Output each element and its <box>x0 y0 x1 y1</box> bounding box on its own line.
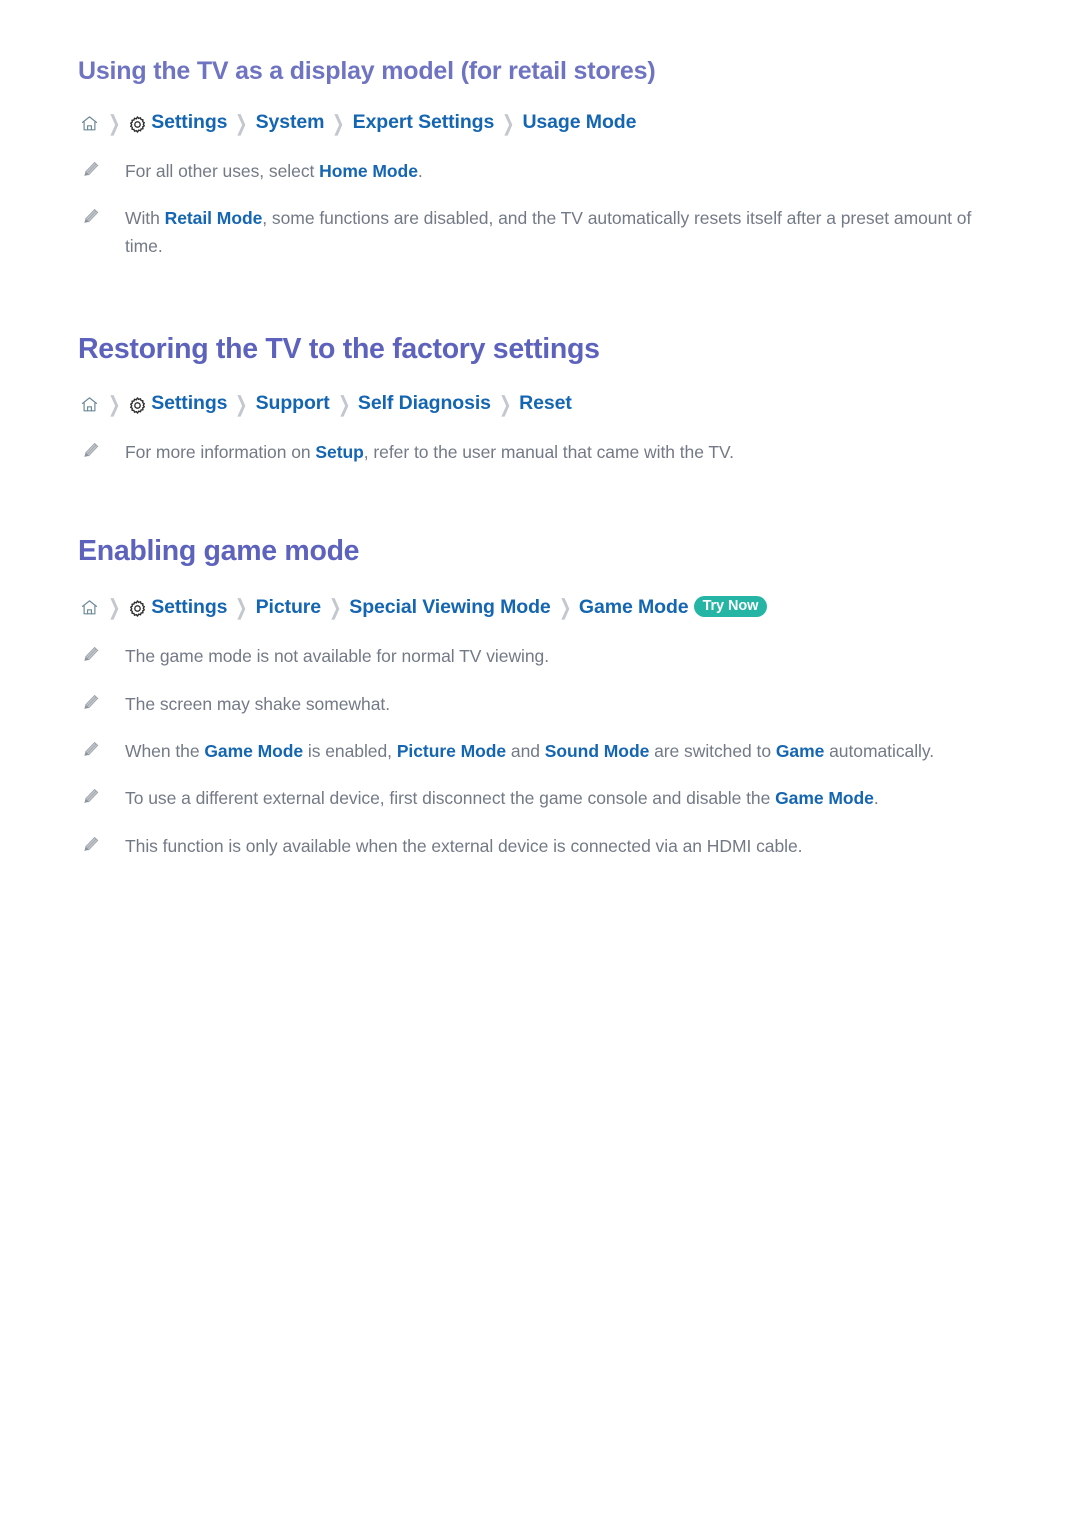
note-bullet: With Retail Mode, some functions are dis… <box>82 194 1002 270</box>
pencil-icon <box>82 835 101 854</box>
note-text-run: With <box>125 208 165 229</box>
note-text-run: This function is only available when the… <box>125 835 803 856</box>
note-text: The game mode is not available for norma… <box>125 642 549 670</box>
note-text-run: and <box>506 741 545 762</box>
breadcrumb-item-game-mode[interactable]: Game Mode <box>579 597 689 618</box>
note-text-run: is enabled, <box>303 741 397 762</box>
breadcrumb-item-settings[interactable]: Settings <box>151 113 227 133</box>
note-bullet: For more information on Setup, refer to … <box>82 428 1002 475</box>
pencil-icon <box>82 787 101 806</box>
breadcrumb-item-settings[interactable]: Settings <box>151 394 227 414</box>
note-text-run: To use a different external device, firs… <box>125 788 776 809</box>
breadcrumb: ❯ Settings ❯ Support ❯ Self Diagnosis ❯ Reset <box>80 392 1002 417</box>
pencil-icon <box>82 645 101 664</box>
gear-icon[interactable] <box>128 396 147 415</box>
chevron-right-icon: ❯ <box>498 392 512 417</box>
breadcrumb-item-usage-mode[interactable]: Usage Mode <box>522 113 636 133</box>
note-text: The screen may shake somewhat. <box>125 690 390 718</box>
note-bullet: The screen may shake somewhat. <box>82 680 1002 727</box>
gear-icon[interactable] <box>128 115 147 134</box>
note-bullet: The game mode is not available for norma… <box>82 632 1002 679</box>
chevron-right-icon: ❯ <box>558 595 571 620</box>
emphasis-term[interactable]: Game Mode <box>204 741 303 761</box>
chevron-right-icon: ❯ <box>108 111 121 135</box>
note-text-run: When the <box>125 741 205 762</box>
doc-section: Using the TV as a display model (for ret… <box>78 56 1002 270</box>
note-text-run: . <box>417 160 423 181</box>
chevron-right-icon: ❯ <box>337 392 350 417</box>
breadcrumb-item-expert-settings[interactable]: Expert Settings <box>353 113 495 133</box>
chevron-right-icon: ❯ <box>235 392 248 417</box>
home-icon[interactable] <box>80 114 99 133</box>
note-text: To use a different external device, firs… <box>125 784 879 812</box>
pencil-icon <box>82 207 101 226</box>
breadcrumb: ❯ Settings ❯ System ❯ Expert Settings ❯ Usage M… <box>80 111 1002 135</box>
pencil-icon <box>82 693 101 712</box>
emphasis-term[interactable]: Picture Mode <box>397 741 506 761</box>
chevron-right-icon: ❯ <box>502 111 515 135</box>
sections-container: Using the TV as a display model (for ret… <box>78 56 1002 869</box>
note-bullet: To use a different external device, firs… <box>82 774 1002 821</box>
chevron-right-icon: ❯ <box>332 111 345 135</box>
doc-section: Restoring the TV to the factory settings… <box>78 270 1002 475</box>
note-bullet: For all other uses, select Home Mode. <box>82 147 1002 194</box>
emphasis-term[interactable]: Game <box>776 741 825 761</box>
pencil-icon <box>82 441 101 460</box>
note-text: For all other uses, select Home Mode. <box>125 157 423 185</box>
breadcrumb-item-support[interactable]: Support <box>256 394 330 414</box>
breadcrumb-item-picture[interactable]: Picture <box>256 597 322 618</box>
breadcrumb-item-settings[interactable]: Settings <box>151 597 227 618</box>
section-heading: Using the TV as a display model (for ret… <box>78 57 656 85</box>
chevron-right-icon: ❯ <box>108 595 121 620</box>
chevron-right-icon: ❯ <box>108 392 121 417</box>
pencil-icon <box>82 740 101 759</box>
pencil-icon <box>82 160 101 179</box>
emphasis-term[interactable]: Home Mode <box>319 161 418 181</box>
note-text-run: For all other uses, select <box>125 160 320 181</box>
note-bullet: When the Game Mode is enabled, Picture M… <box>82 727 1002 774</box>
note-text: For more information on Setup, refer to … <box>125 438 734 466</box>
chevron-right-icon: ❯ <box>235 111 248 135</box>
chevron-right-icon: ❯ <box>329 595 342 620</box>
home-icon[interactable] <box>80 598 99 617</box>
emphasis-term[interactable]: Setup <box>315 442 363 462</box>
doc-section: Enabling game mode ❯ Settings ❯ Picture ❯ Spec… <box>78 475 1002 869</box>
breadcrumb-item-reset[interactable]: Reset <box>519 394 572 414</box>
breadcrumb-item-special-viewing-mode[interactable]: Special Viewing Mode <box>349 597 550 618</box>
note-text-run: For more information on <box>125 441 316 462</box>
note-text: This function is only available when the… <box>125 832 803 860</box>
breadcrumb: ❯ Settings ❯ Picture ❯ Special Viewing Mode ❯ G… <box>80 595 1002 620</box>
home-icon[interactable] <box>80 395 99 414</box>
gear-icon[interactable] <box>128 599 147 618</box>
emphasis-term[interactable]: Retail Mode <box>165 208 263 228</box>
chevron-right-icon: ❯ <box>235 595 248 620</box>
note-text-run: are switched to <box>649 741 776 762</box>
note-text-run: , refer to the user manual that came wit… <box>363 441 734 462</box>
note-text-run: automatically. <box>824 741 935 762</box>
try-now-badge[interactable]: Try Now <box>693 595 768 618</box>
section-heading: Enabling game mode <box>78 535 360 568</box>
note-bullet: This function is only available when the… <box>82 822 1002 869</box>
note-text: With Retail Mode, some functions are dis… <box>125 204 1002 261</box>
note-text-run: . <box>873 788 879 809</box>
breadcrumb-item-self-diagnosis[interactable]: Self Diagnosis <box>358 394 491 414</box>
note-text: When the Game Mode is enabled, Picture M… <box>125 737 934 765</box>
note-text-run: The screen may shake somewhat. <box>125 693 391 714</box>
section-heading: Restoring the TV to the factory settings <box>78 332 600 365</box>
emphasis-term[interactable]: Sound Mode <box>545 741 650 761</box>
note-text-run: The game mode is not available for norma… <box>125 646 550 667</box>
emphasis-term[interactable]: Game Mode <box>775 788 874 808</box>
document-page: Using the TV as a display model (for ret… <box>0 0 1080 869</box>
breadcrumb-item-system[interactable]: System <box>256 113 325 133</box>
